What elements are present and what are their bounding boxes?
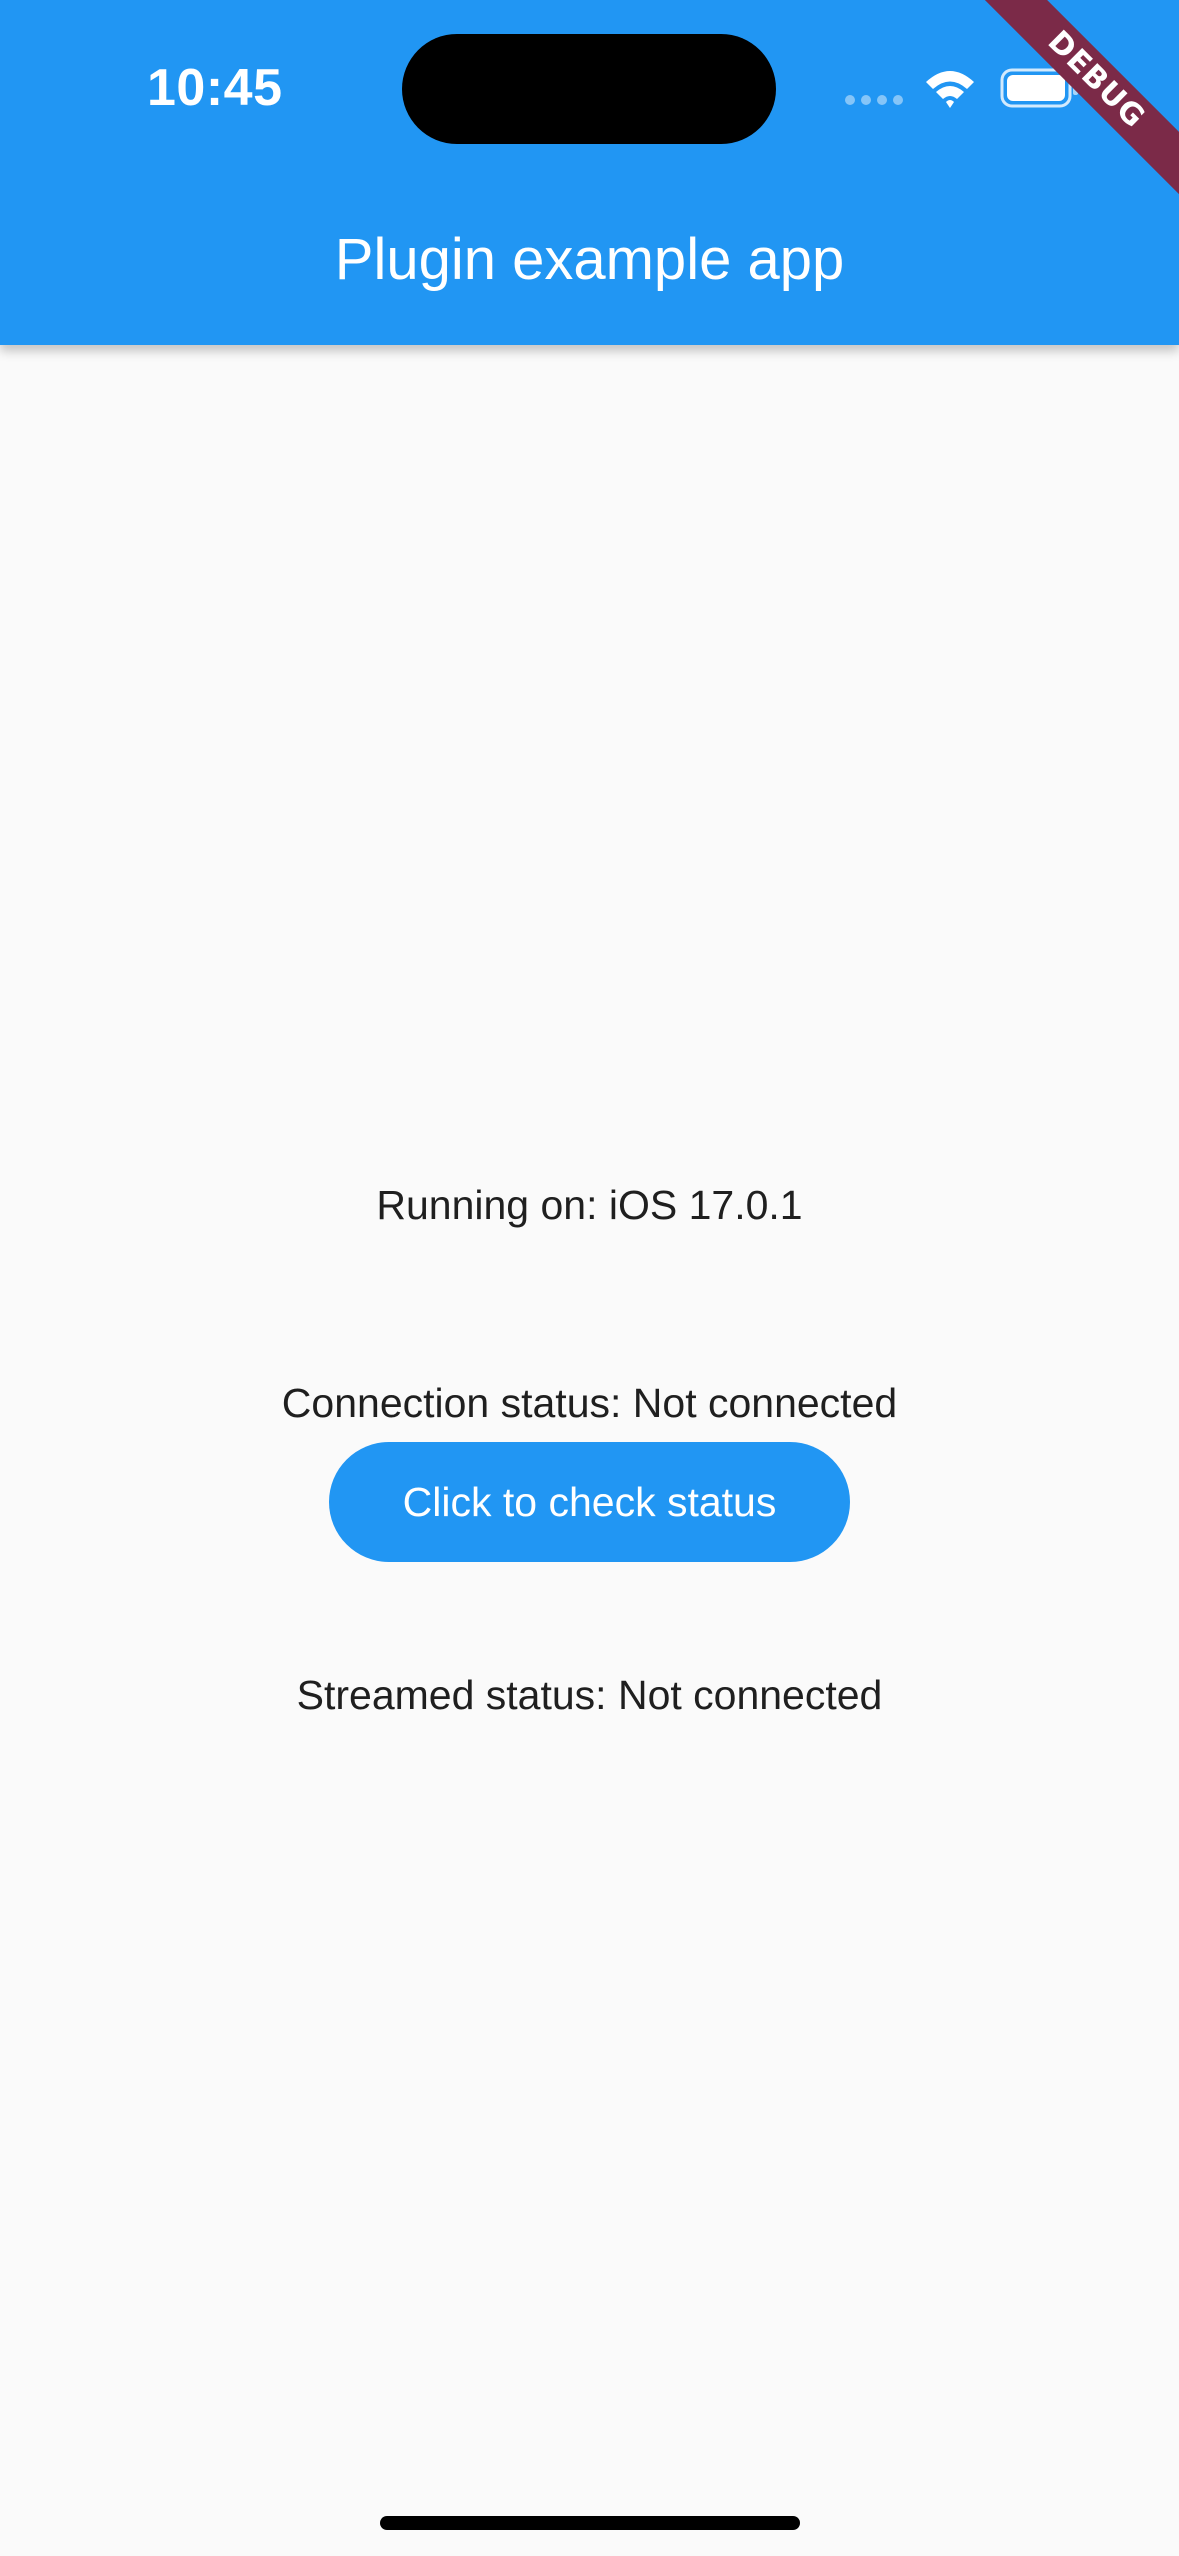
cellular-signal-icon — [845, 95, 903, 105]
connection-status-text: Connection status: Not connected — [281, 1380, 898, 1426]
status-bar-time: 10:45 — [147, 59, 283, 117]
streamed-status-text: Streamed status: Not connected — [296, 1672, 883, 1718]
app-title: Plugin example app — [334, 227, 845, 292]
app-bar: 10:45 Plugin example app — [0, 0, 1179, 345]
dynamic-island — [402, 34, 776, 144]
wifi-icon — [926, 71, 974, 108]
home-indicator[interactable] — [380, 2516, 800, 2530]
check-status-button[interactable]: Click to check status — [329, 1442, 850, 1562]
running-on-text: Running on: iOS 17.0.1 — [376, 1182, 803, 1228]
